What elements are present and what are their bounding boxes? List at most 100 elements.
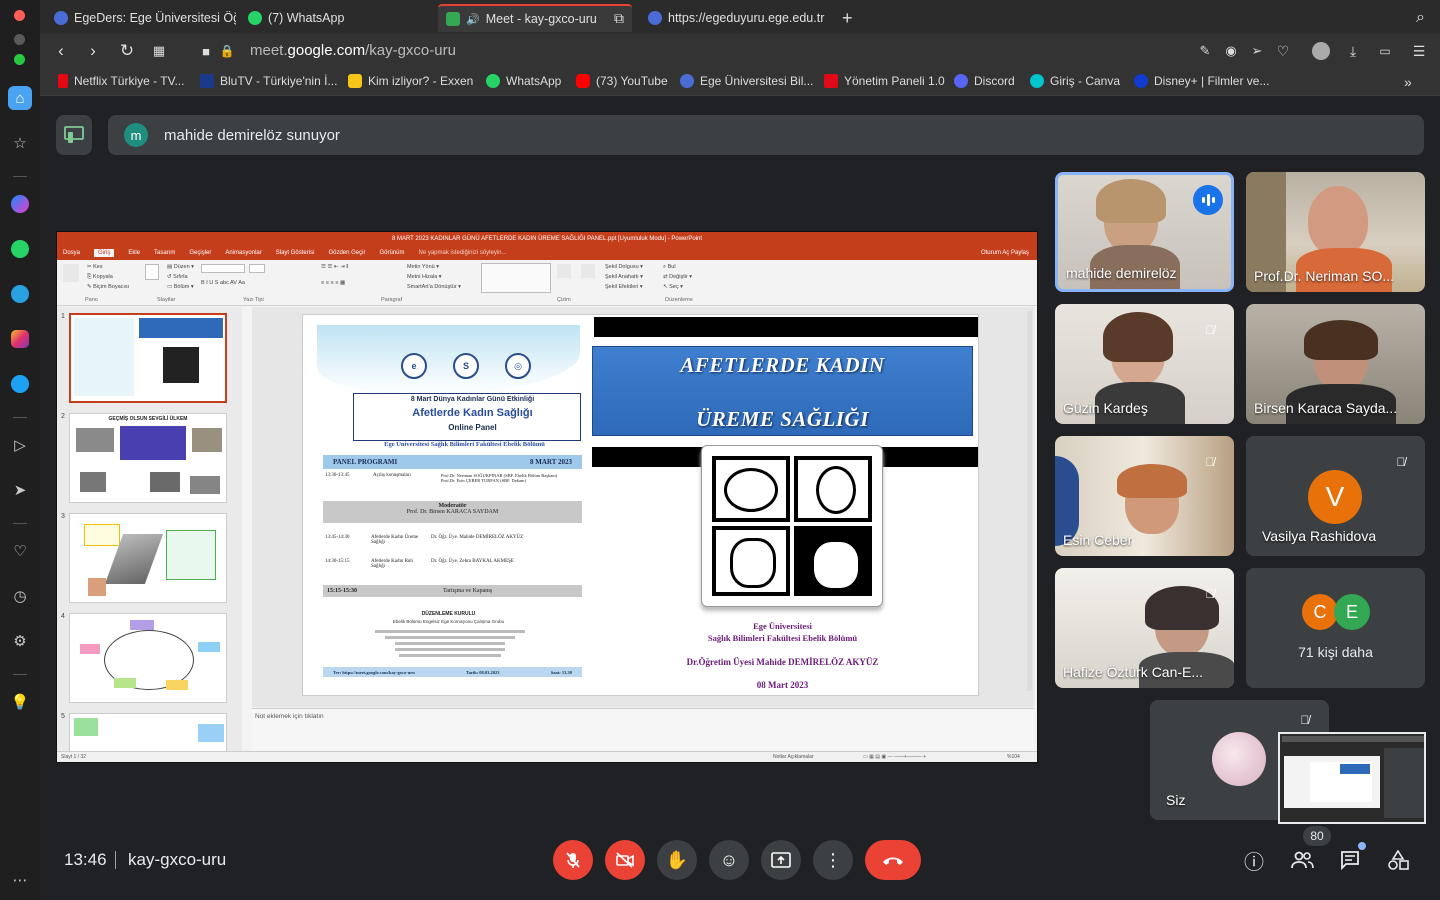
participant-tile-guzin[interactable]: 🎙̸ Güzin Kardeş <box>1055 304 1234 424</box>
tab-meet[interactable]: 🔊 Meet - kay-gxco-uru <box>438 4 632 32</box>
lightbulb-icon[interactable]: 💡 <box>8 690 32 714</box>
snapshot-icon[interactable]: ◉ <box>1220 40 1242 62</box>
font-name-field[interactable] <box>201 264 245 273</box>
people-button[interactable] <box>1288 846 1316 874</box>
close-window-button[interactable] <box>14 10 25 21</box>
bookmark-canva[interactable]: Giriş - Canva <box>1030 74 1120 88</box>
ppt-menu-animations[interactable]: Animasyonlar <box>225 250 261 256</box>
audio-playing-icon[interactable]: 🔊 <box>466 13 480 26</box>
notes-pane[interactable]: Not eklemek için tıklatın <box>252 708 1034 752</box>
ppt-menu-slideshow[interactable]: Slayt Gösterisi <box>276 250 315 256</box>
slide-thumb-1[interactable] <box>69 313 227 403</box>
tab-grid-icon[interactable]: ▦ <box>148 40 170 62</box>
minimize-window-button[interactable] <box>14 34 25 45</box>
menu-icon[interactable]: ☰ <box>1408 40 1430 62</box>
slide-thumb-3[interactable] <box>69 513 227 603</box>
ppt-menu-transitions[interactable]: Geçişler <box>189 250 211 256</box>
more-icon[interactable]: ⋯ <box>8 868 32 892</box>
ppt-tell-me[interactable]: Ne yapmak istediğinizi söyleyin... <box>418 250 506 256</box>
ppt-menu-design[interactable]: Tasarım <box>154 250 175 256</box>
telegram-icon[interactable] <box>8 282 32 306</box>
battery-icon[interactable]: ▭ <box>1374 40 1396 62</box>
ppt-menu-file[interactable]: Dosya <box>63 250 80 256</box>
url-field[interactable]: meet.google.com/kay-gxco-uru <box>250 42 456 59</box>
participant-tile-neriman[interactable]: Prof.Dr. Neriman SO... <box>1246 172 1425 292</box>
bookmarks-overflow-icon[interactable]: » <box>1404 74 1412 90</box>
messenger-icon[interactable] <box>8 192 32 216</box>
new-tab-button[interactable]: + <box>834 4 862 32</box>
mic-off-button[interactable] <box>553 840 593 880</box>
more-options-button[interactable]: ⋮ <box>813 840 853 880</box>
screen-share-powerpoint[interactable]: 8 MART 2023 KADINLAR GÜNÜ AFETLERDE KADI… <box>56 231 1038 763</box>
layout-toggle-button[interactable] <box>56 115 92 155</box>
tab-egeders[interactable]: EgeDers: Ege Üniversitesi Öğre <box>46 4 236 32</box>
maximize-window-button[interactable] <box>14 54 25 65</box>
reload-button[interactable]: ↻ <box>116 40 138 62</box>
search-tabs-icon[interactable]: ⌕ <box>1408 4 1436 32</box>
instagram-icon[interactable] <box>8 327 32 351</box>
more-participants-tile[interactable]: C E 71 kişi daha <box>1246 568 1425 688</box>
participant-tile-esin[interactable]: 🎙̸ Esin Ceber <box>1055 436 1234 556</box>
favorite-icon[interactable]: ♡ <box>1272 40 1294 62</box>
font-size-field[interactable] <box>249 264 265 273</box>
profile-icon[interactable] <box>1310 40 1332 62</box>
slide-thumb-4[interactable] <box>69 613 227 703</box>
self-screen-preview[interactable] <box>1278 732 1426 824</box>
bookmark-discord[interactable]: Discord <box>954 74 1015 88</box>
participant-tile-mahide[interactable]: mahide demirelöz <box>1055 172 1234 292</box>
edit-icon[interactable]: ✎ <box>1194 40 1216 62</box>
bookmark-youtube[interactable]: (73) YouTube <box>576 74 668 88</box>
reactions-button[interactable]: ☺ <box>709 840 749 880</box>
send-icon[interactable]: ➤ <box>8 478 32 502</box>
tab-switch-icon[interactable]: ⧉ <box>606 4 634 32</box>
twitter-icon[interactable] <box>8 372 32 396</box>
ppt-menu-home[interactable]: Giriş <box>94 249 115 257</box>
ppt-menu-review[interactable]: Gözden Geçir <box>328 250 365 256</box>
tab-whatsapp[interactable]: (7) WhatsApp <box>240 4 430 32</box>
ppt-menu-insert[interactable]: Ekle <box>128 250 140 256</box>
home-icon[interactable]: ⌂ <box>8 86 32 110</box>
ppt-share[interactable]: Oturum Aç Paylaş <box>981 250 1029 256</box>
whatsapp-icon[interactable] <box>8 237 32 261</box>
meeting-details-button[interactable]: ⓘ <box>1240 846 1268 874</box>
arrange-icon[interactable] <box>557 264 571 278</box>
participant-tile-birsen[interactable]: Birsen Karaca Sayda... <box>1246 304 1425 424</box>
emoji-icon: ☺ <box>719 849 739 870</box>
paste-icon[interactable] <box>63 264 79 282</box>
forward-button[interactable]: › <box>82 40 104 62</box>
bookmark-exxen[interactable]: Kim izliyor? - Exxen <box>348 74 473 88</box>
new-slide-icon[interactable] <box>145 264 159 280</box>
raise-hand-button[interactable]: ✋ <box>657 840 697 880</box>
camera-off-button[interactable] <box>605 840 645 880</box>
bookmark-disney[interactable]: Disney+ | Filmler ve... <box>1134 74 1269 88</box>
history-icon[interactable]: ◷ <box>8 584 32 608</box>
bookmark-blutv[interactable]: BluTV - Türkiye'nin İ... <box>200 74 337 88</box>
heart-icon[interactable]: ♡ <box>8 539 32 563</box>
star-icon[interactable]: ☆ <box>8 131 32 155</box>
lock-icon[interactable]: 🔒 <box>216 40 238 62</box>
shapes-gallery[interactable] <box>481 263 551 293</box>
quick-styles-icon[interactable] <box>581 264 595 278</box>
activities-button[interactable] <box>1384 846 1412 874</box>
chat-button[interactable] <box>1336 842 1366 874</box>
bookmark-whatsapp[interactable]: WhatsApp <box>486 74 561 88</box>
present-now-button[interactable] <box>761 840 801 880</box>
ppt-menu-view[interactable]: Görünüm <box>379 250 404 256</box>
player-icon[interactable]: ▷ <box>8 433 32 457</box>
current-slide[interactable]: e S ◎ 8 Mart Dünya Kadınlar Günü Etkinli… <box>302 314 979 696</box>
participant-tile-vasilya[interactable]: V 🎙̸ Vasilya Rashidova <box>1246 436 1425 556</box>
download-icon[interactable]: ⤓ <box>1342 40 1364 62</box>
bookmark-yonetim[interactable]: Yönetim Paneli 1.0 <box>824 74 945 88</box>
slide-scrollbar[interactable] <box>1027 311 1032 691</box>
back-button[interactable]: ‹ <box>50 40 72 62</box>
camera-in-use-icon[interactable]: ■ <box>195 40 217 62</box>
tab-egeduyuru[interactable]: https://egeduyuru.ege.edu.tr <box>640 4 830 32</box>
bookmark-netflix[interactable]: Netflix Türkiye - TV... <box>58 74 184 88</box>
participant-tile-hafize[interactable]: 🎙̸ Hafize Öztürk Can-E... <box>1055 568 1234 688</box>
send-page-icon[interactable]: ➢ <box>1246 40 1268 62</box>
slide-thumb-2[interactable]: GEÇMİŞ OLSUN SEVGİLİ ÜLKEM <box>69 413 227 503</box>
leave-call-button[interactable] <box>865 840 921 880</box>
settings-icon[interactable]: ⚙ <box>8 629 32 653</box>
slide-thumb-5[interactable] <box>69 713 227 752</box>
bookmark-ege[interactable]: Ege Üniversitesi Bil... <box>680 74 813 88</box>
